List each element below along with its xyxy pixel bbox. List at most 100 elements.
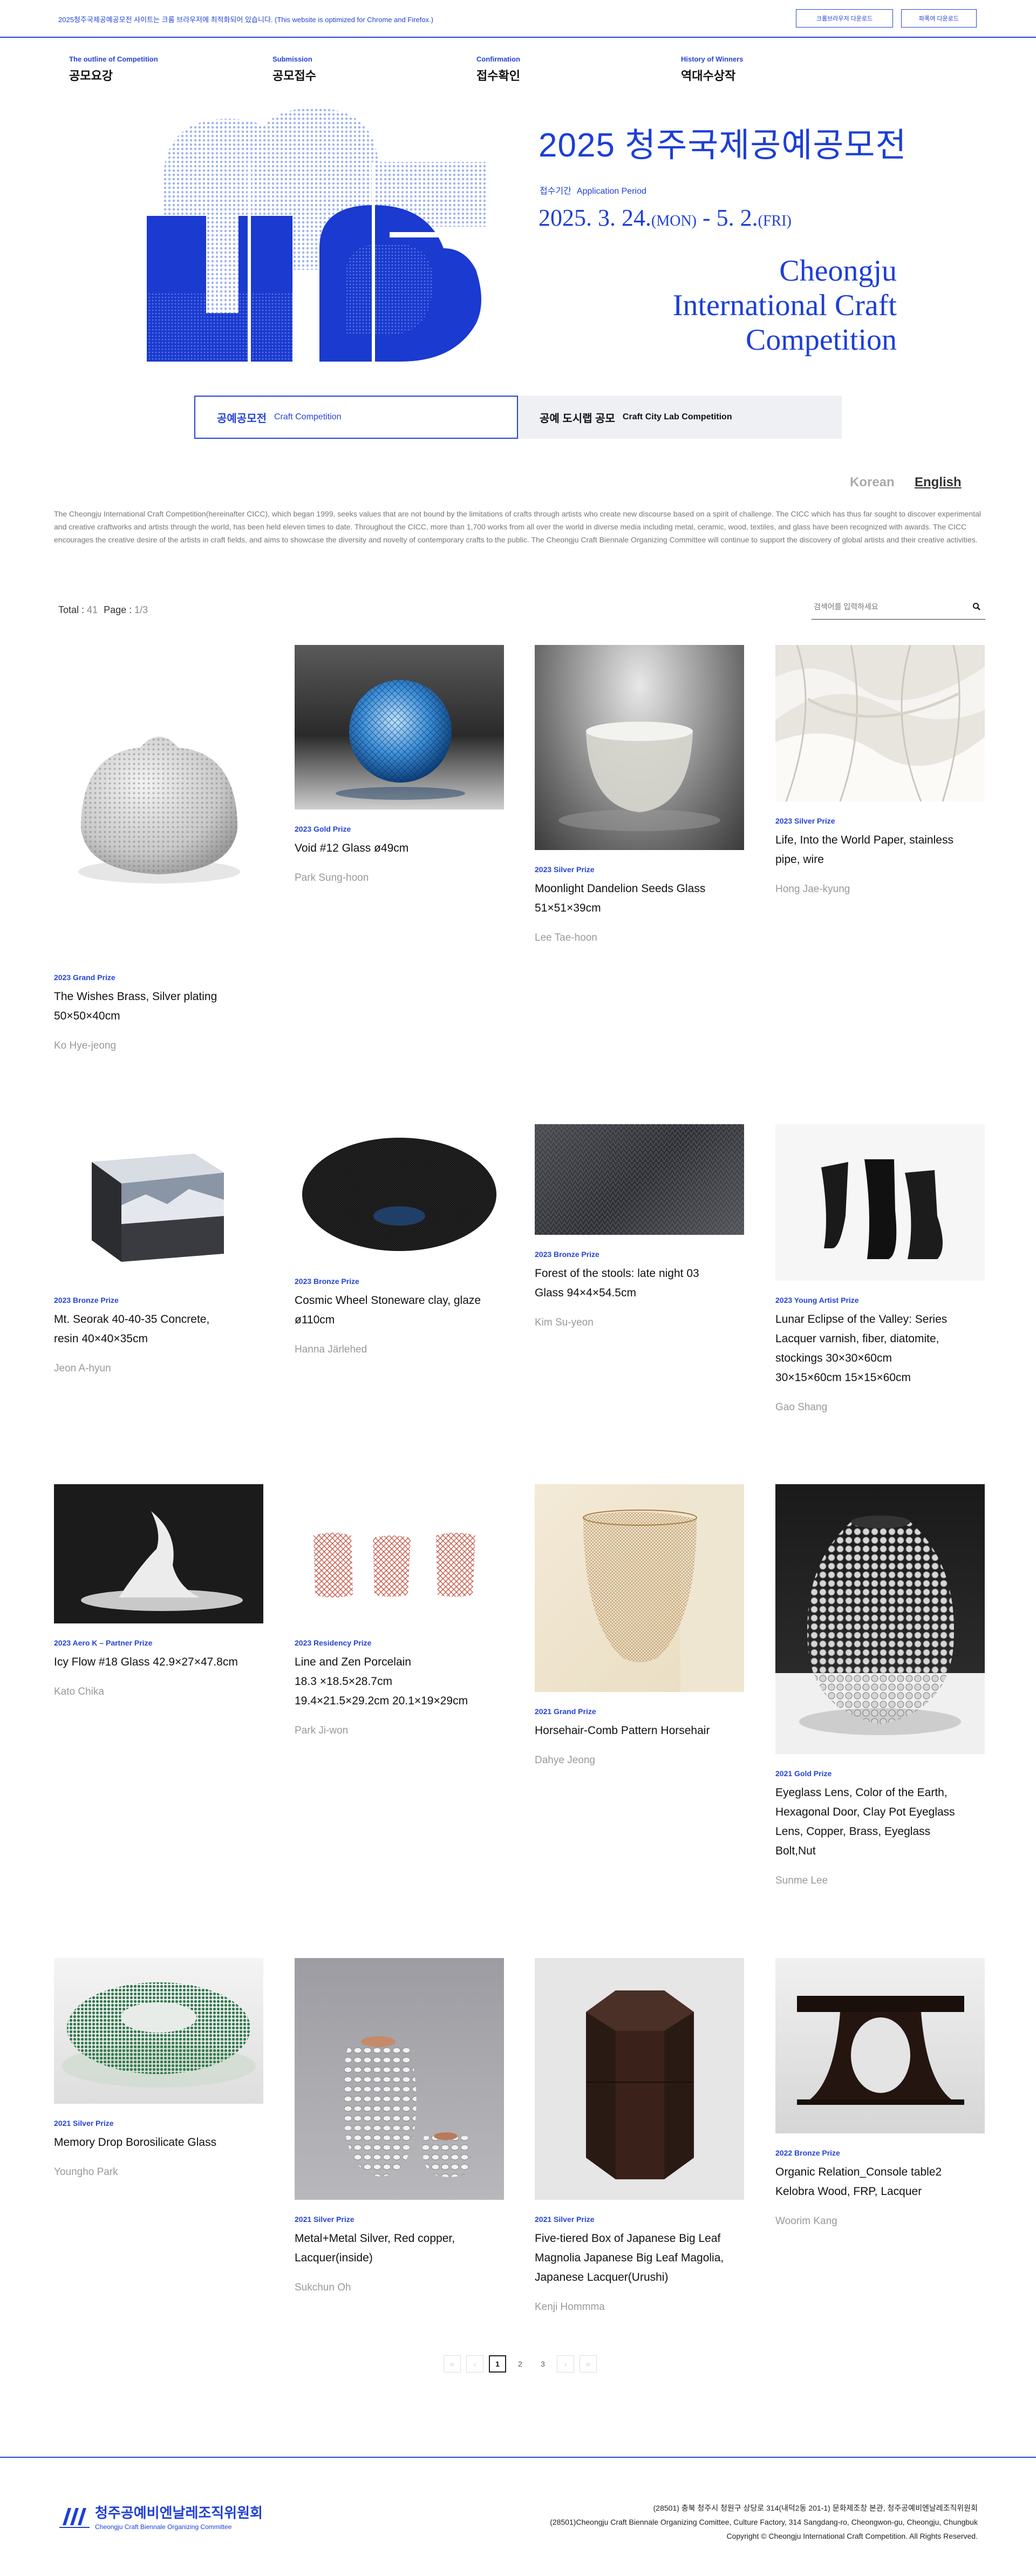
total-label: Total : — [58, 604, 85, 615]
work-card[interactable]: 2021 Gold Prize Eyeglass Lens, Color of … — [775, 1484, 985, 1887]
artist-name: Park Ji-won — [295, 1725, 349, 1736]
work-title[interactable]: The Wishes Brass, Silver plating 50×50×4… — [54, 987, 263, 1026]
page-button[interactable]: 3 — [534, 2355, 551, 2373]
work-title[interactable]: Metal+Metal Silver, Red copper, Lacquer(… — [295, 2229, 504, 2268]
work-title[interactable]: Icy Flow #18 Glass 42.9×27×47.8cm — [54, 1653, 263, 1672]
nav-item-history[interactable]: History of Winners 역대수상작 — [681, 55, 743, 84]
work-title[interactable]: Horsehair-Comb Pattern Horsehair — [535, 1721, 744, 1741]
work-image[interactable] — [54, 1484, 263, 1623]
nav-item-confirmation[interactable]: Confirmation 접수확인 — [476, 55, 520, 84]
work-image[interactable] — [775, 645, 985, 801]
work-card[interactable]: 2023 Gold Prize Void #12 Glass ø49cm Par… — [295, 645, 504, 884]
work-card[interactable]: 2023 Bronze Prize Cosmic Wheel Stoneware… — [295, 1124, 504, 1356]
work-title[interactable]: Organic Relation_Console table2 Kelobra … — [775, 2163, 985, 2201]
work-card[interactable]: 2023 Silver Prize Life, Into the World P… — [775, 645, 985, 895]
work-title[interactable]: Life, Into the World Paper, stainless pi… — [775, 831, 985, 869]
lang-english-link[interactable]: English — [915, 475, 962, 490]
date-end: 5. 2. — [716, 205, 758, 231]
work-image[interactable] — [535, 1958, 744, 2200]
date-end-day: (FRI) — [758, 213, 792, 229]
prize-label: 2023 Silver Prize — [775, 817, 835, 825]
top-notice-bar: 2025청주국제공예공모전 사이트는 크롬 브라우저에 최적화되어 있습니다. … — [0, 0, 1036, 38]
work-card[interactable]: 2023 Aero K – Partner Prize Icy Flow #18… — [54, 1484, 263, 1698]
work-image[interactable] — [775, 1484, 985, 1754]
prize-label: 2021 Gold Prize — [775, 1769, 832, 1778]
work-image[interactable] — [775, 1958, 985, 2133]
work-image[interactable] — [535, 1124, 744, 1235]
tab-en-label: Craft City Lab Competition — [622, 412, 732, 422]
work-title[interactable]: Moonlight Dandelion Seeds Glass 51×51×39… — [535, 879, 744, 918]
prize-label: 2023 Grand Prize — [54, 973, 115, 982]
work-title[interactable]: Void #12 Glass ø49cm — [295, 839, 504, 858]
copyright-text: Copyright © Cheongju International Craft… — [726, 2532, 978, 2540]
work-image[interactable] — [775, 1124, 985, 1281]
work-title[interactable]: Memory Drop Borosilicate Glass — [54, 2133, 263, 2152]
tab-craft-competition[interactable]: 공예공모전 Craft Competition — [194, 396, 518, 439]
work-title[interactable]: Line and Zen Porcelain 18.3 ×18.5×28.7cm… — [295, 1653, 504, 1711]
work-card[interactable]: 2022 Bronze Prize Organic Relation_Conso… — [775, 1958, 985, 2227]
lang-korean-link[interactable]: Korean — [850, 475, 895, 490]
nav-item-submission[interactable]: Submission 공모접수 — [272, 55, 316, 84]
artist-name: Hong Jae-kyung — [775, 883, 850, 895]
work-image[interactable] — [295, 1124, 504, 1262]
work-title[interactable]: Five-tiered Box of Japanese Big Leaf Mag… — [535, 2229, 744, 2287]
prize-label: 2023 Young Artist Prize — [775, 1296, 859, 1304]
nav-item-en-label: The outline of Competition — [69, 55, 158, 63]
work-image[interactable] — [535, 1484, 744, 1692]
work-card[interactable]: 2023 Residency Prize Line and Zen Porcel… — [295, 1484, 504, 1737]
work-image[interactable] — [535, 645, 744, 850]
work-card[interactable]: 2021 Silver Prize Metal+Metal Silver, Re… — [295, 1958, 504, 2294]
main-nav: The outline of Competition 공모요강 Submissi… — [0, 55, 1036, 87]
artist-name: Hanna Järlehed — [295, 1344, 367, 1355]
prize-label: 2023 Bronze Prize — [535, 1250, 599, 1259]
hero-english-title: Cheongju International Craft Competition — [673, 254, 897, 357]
work-card[interactable]: 2023 Grand Prize The Wishes Brass, Silve… — [54, 645, 263, 1052]
page-button[interactable]: 2 — [512, 2355, 529, 2373]
work-image[interactable] — [54, 1124, 263, 1281]
nav-item-ko-label: 역대수상작 — [681, 69, 736, 83]
work-image[interactable] — [295, 1958, 504, 2200]
page-button-current[interactable]: 1 — [489, 2355, 506, 2373]
competition-2025-logo-graphic — [141, 108, 497, 370]
work-card[interactable]: 2021 Silver Prize Five-tiered Box of Jap… — [535, 1958, 744, 2313]
work-title[interactable]: Eyeglass Lens, Color of the Earth, Hexag… — [775, 1783, 985, 1861]
work-card[interactable]: 2023 Silver Prize Moonlight Dandelion Se… — [535, 645, 744, 944]
search-input[interactable] — [812, 596, 963, 617]
artist-name: Youngho Park — [54, 2166, 118, 2178]
nav-item-outline[interactable]: The outline of Competition 공모요강 — [69, 55, 158, 84]
artist-name: Lee Tae-hoon — [535, 932, 597, 943]
work-card[interactable]: 2023 Young Artist Prize Lunar Eclipse of… — [775, 1124, 985, 1413]
first-page-button[interactable]: « — [444, 2355, 461, 2373]
nav-item-en-label: History of Winners — [681, 55, 744, 63]
prev-page-button[interactable]: ‹ — [466, 2355, 483, 2373]
work-card[interactable]: 2023 Bronze Prize Forest of the stools: … — [535, 1124, 744, 1329]
artist-name: Jeon A-hyun — [54, 1363, 111, 1374]
footer-logo[interactable]: 청주공예비엔날레조직위원회 Cheongju Craft Biennale Or… — [58, 2502, 263, 2531]
work-card[interactable]: 2021 Silver Prize Memory Drop Borosilica… — [54, 1958, 263, 2178]
prize-label: 2021 Silver Prize — [295, 2215, 355, 2224]
work-image[interactable] — [295, 645, 504, 810]
search-icon[interactable] — [972, 602, 981, 614]
last-page-button[interactable]: » — [580, 2355, 597, 2373]
prize-label: 2021 Grand Prize — [535, 1707, 596, 1716]
work-card[interactable]: 2021 Grand Prize Horsehair-Comb Pattern … — [535, 1484, 744, 1766]
work-image[interactable] — [54, 1958, 263, 2104]
prize-label: 2023 Aero K – Partner Prize — [54, 1639, 153, 1647]
next-page-button[interactable]: › — [557, 2355, 574, 2373]
work-title[interactable]: Cosmic Wheel Stoneware clay, glaze ø110c… — [295, 1291, 504, 1330]
artist-name: Gao Shang — [775, 1402, 828, 1413]
prize-label: 2023 Gold Prize — [295, 825, 351, 833]
work-title[interactable]: Lunar Eclipse of the Valley: Series Lacq… — [775, 1310, 985, 1388]
work-card[interactable]: 2023 Bronze Prize Mt. Seorak 40-40-35 Co… — [54, 1124, 263, 1375]
chrome-download-button[interactable]: 크롬브라우저 다운로드 — [796, 9, 893, 28]
prize-label: 2023 Silver Prize — [535, 865, 595, 874]
artist-name: Sunme Lee — [775, 1875, 828, 1886]
work-image[interactable] — [295, 1484, 504, 1623]
firefox-download-button[interactable]: 파폭여 다운로드 — [901, 9, 977, 28]
date-start: 2025. 3. 24. — [539, 205, 651, 231]
work-title[interactable]: Forest of the stools: late night 03 Glas… — [535, 1264, 744, 1303]
competition-intro-text: The Cheongju International Craft Competi… — [54, 509, 981, 544]
work-image[interactable] — [54, 645, 263, 958]
tab-craft-city-lab[interactable]: 공예 도시랩 공모 Craft City Lab Competition — [518, 396, 842, 439]
work-title[interactable]: Mt. Seorak 40-40-35 Concrete, resin 40×4… — [54, 1310, 263, 1349]
